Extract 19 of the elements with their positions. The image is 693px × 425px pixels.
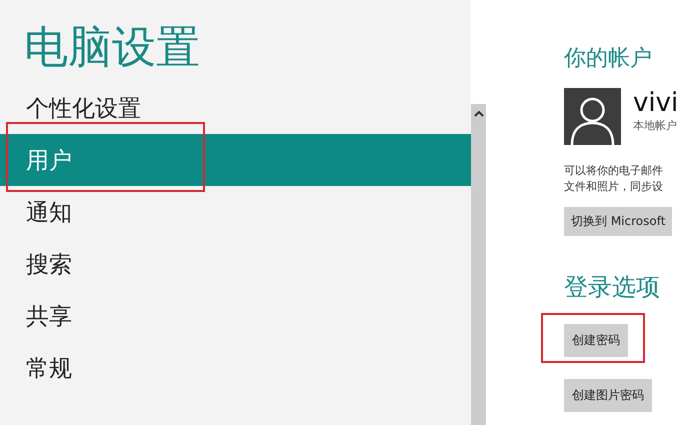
account-type: 本地帐户 [633, 118, 678, 133]
page-title: 电脑设置 [24, 21, 201, 75]
sidebar-item[interactable]: 共享 [0, 290, 471, 342]
avatar-icon [564, 88, 621, 145]
switch-account-button[interactable]: 切换到 Microsoft [564, 207, 672, 236]
section-heading: 登录选项 [564, 272, 661, 302]
sidebar-item[interactable]: 通知 [0, 186, 471, 238]
user-name: vivi [633, 88, 678, 118]
section-heading: 你的帐户 [564, 45, 653, 73]
sidebar-item[interactable]: 个性化设置 [0, 82, 471, 134]
scroll-up-icon[interactable] [474, 110, 484, 118]
sidebar-item[interactable]: 搜索 [0, 238, 471, 290]
scrollbar[interactable] [471, 104, 486, 425]
sidebar-item[interactable]: 常规 [0, 342, 471, 394]
create-password-button[interactable]: 创建图片密码 [564, 379, 652, 412]
description-text: 可以将你的电子邮件 [564, 163, 664, 179]
description-text: 文件和照片，同步设 [564, 179, 664, 195]
create-password-button[interactable]: 创建密码 [564, 324, 628, 357]
sidebar-item[interactable]: 用户 [0, 134, 471, 186]
